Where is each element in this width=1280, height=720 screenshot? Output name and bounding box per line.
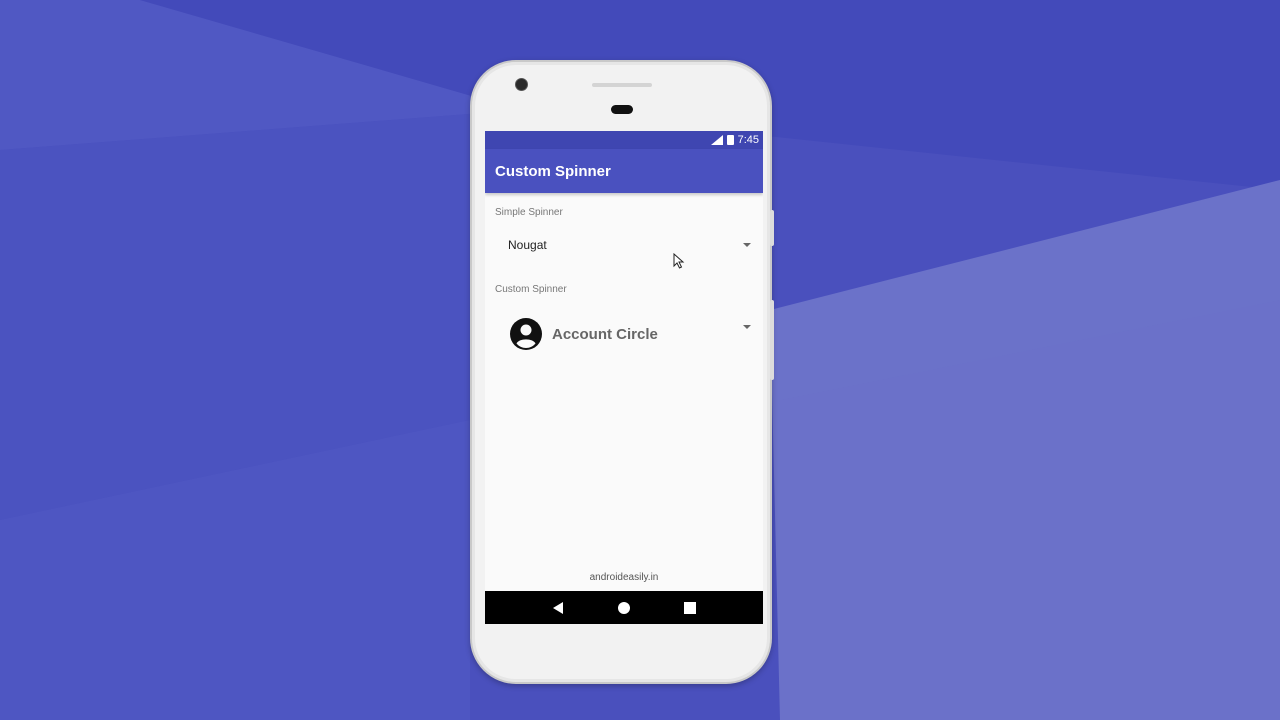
home-icon[interactable]	[614, 598, 634, 618]
status-time: 7:45	[737, 134, 759, 146]
power-button	[770, 300, 774, 380]
watermark: androideasily.in	[589, 572, 659, 583]
app-bar: Custom Spinner	[485, 149, 763, 193]
dropdown-arrow-icon	[743, 325, 751, 329]
simple-spinner[interactable]: Nougat	[495, 233, 753, 257]
front-camera	[515, 78, 528, 91]
phone-screen: 7:45 Custom Spinner Simple Spinner Nouga…	[485, 131, 763, 624]
recents-icon[interactable]	[680, 598, 700, 618]
account-circle-icon	[510, 318, 542, 350]
dropdown-arrow-icon	[743, 243, 751, 247]
proximity-sensor	[611, 105, 633, 114]
phone-frame: 7:45 Custom Spinner Simple Spinner Nouga…	[470, 60, 774, 684]
earpiece-speaker	[592, 83, 652, 87]
main-content: Simple Spinner Nougat Custom Spinner Acc…	[485, 193, 763, 589]
custom-spinner[interactable]: Account Circle	[495, 317, 753, 351]
back-icon[interactable]	[548, 598, 568, 618]
custom-spinner-label: Custom Spinner	[495, 284, 567, 295]
simple-spinner-value: Nougat	[508, 238, 547, 252]
app-title: Custom Spinner	[495, 162, 611, 180]
battery-icon	[726, 135, 734, 145]
simple-spinner-label: Simple Spinner	[495, 207, 563, 218]
navigation-bar	[485, 591, 763, 624]
signal-icon	[710, 135, 723, 145]
volume-button	[770, 210, 774, 246]
mouse-cursor-icon	[673, 253, 685, 269]
status-bar: 7:45	[485, 131, 763, 149]
custom-spinner-value: Account Circle	[552, 325, 658, 343]
